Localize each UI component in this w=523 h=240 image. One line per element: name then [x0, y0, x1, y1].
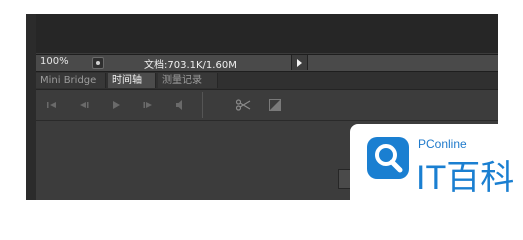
- audio-icon[interactable]: [172, 98, 188, 112]
- first-frame-icon[interactable]: [44, 98, 60, 112]
- document-info: 文档:703.1K/1.60M: [144, 60, 237, 71]
- tab-measurement-log[interactable]: 测量记录: [158, 73, 218, 88]
- zoom-icon[interactable]: [92, 57, 104, 69]
- panel-tabs: Mini Bridge 时间轴 测量记录: [36, 72, 498, 90]
- tab-mini-bridge[interactable]: Mini Bridge: [36, 73, 106, 88]
- canvas-area: [36, 14, 498, 53]
- transition-icon[interactable]: [267, 98, 283, 112]
- pconline-watermark: PConline IT百科: [350, 124, 522, 200]
- scissors-icon[interactable]: [235, 98, 251, 112]
- watermark-small-text: PConline: [418, 137, 467, 151]
- prev-frame-icon[interactable]: [76, 98, 92, 112]
- tab-timeline[interactable]: 时间轴: [108, 73, 156, 88]
- magnifier-logo-icon: [367, 137, 409, 179]
- status-bar: 100% 文档:703.1K/1.60M: [36, 54, 498, 72]
- left-tool-strip: [26, 14, 36, 200]
- watermark-brand-text: IT百科: [416, 159, 515, 197]
- zoom-level[interactable]: 100%: [40, 56, 69, 67]
- play-icon[interactable]: [108, 98, 124, 112]
- toolbar-divider: [202, 92, 203, 118]
- status-menu-arrow-icon[interactable]: [291, 55, 308, 70]
- timeline-toolbar: [36, 90, 498, 121]
- next-frame-icon[interactable]: [140, 98, 156, 112]
